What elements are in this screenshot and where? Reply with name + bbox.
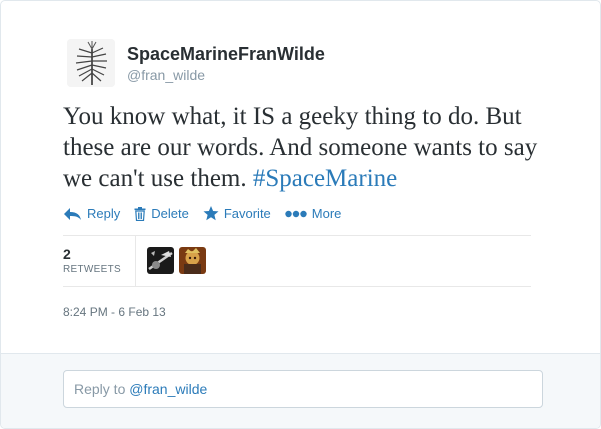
author-username[interactable]: @fran_wilde (127, 66, 205, 84)
delete-label: Delete (151, 206, 189, 221)
retweeter-avatar-1[interactable] (147, 247, 174, 274)
tweet-card: SpaceMarineFranWilde @fran_wilde You kno… (0, 0, 601, 429)
retweeter-avatar-2[interactable] (179, 247, 206, 274)
retweet-label[interactable]: RETWEETS (63, 264, 121, 275)
reply-label: Reply (87, 206, 121, 221)
stats-divider-bottom (63, 286, 531, 287)
reply-area: Reply to @fran_wilde (1, 353, 600, 428)
favorite-button[interactable]: Favorite (203, 206, 271, 221)
author-fullname[interactable]: SpaceMarineFranWilde (127, 43, 325, 65)
dots-icon (285, 210, 307, 217)
avatar-image (67, 39, 115, 87)
trash-icon (134, 206, 146, 221)
more-button[interactable]: More (285, 206, 342, 221)
retweeter-avatar-2-image (179, 247, 206, 274)
reply-arrow-icon (64, 207, 81, 220)
reply-input[interactable]: Reply to @fran_wilde (63, 370, 543, 408)
retweet-count[interactable]: 2 (63, 246, 71, 262)
stats-separator (135, 236, 136, 286)
tweet-timestamp[interactable]: 8:24 PM - 6 Feb 13 (63, 305, 166, 319)
reply-prefix: Reply to (74, 381, 130, 397)
stats-row: 2 RETWEETS (63, 236, 531, 286)
delete-button[interactable]: Delete (134, 206, 189, 221)
reply-handle: @fran_wilde (129, 381, 208, 397)
reply-button[interactable]: Reply (63, 206, 120, 221)
more-label: More (311, 206, 342, 221)
tweet-text: You know what, it IS a geeky thing to do… (63, 101, 563, 194)
hashtag-link[interactable]: #SpaceMarine (253, 165, 397, 192)
author-avatar[interactable] (67, 39, 115, 87)
tweet-actions: Reply Delete Favorite More (63, 206, 355, 221)
favorite-label: Favorite (223, 206, 271, 221)
retweeter-avatar-1-image (147, 247, 174, 274)
star-icon (203, 206, 219, 221)
